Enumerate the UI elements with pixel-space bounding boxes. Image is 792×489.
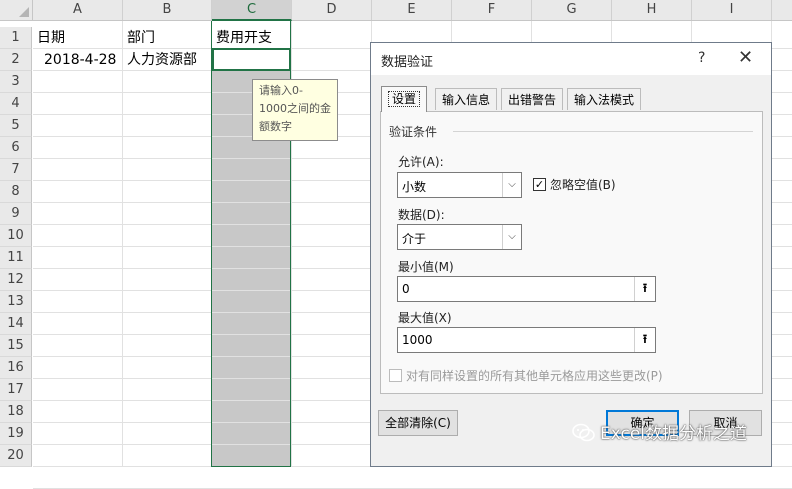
chevron-down-icon: ⌵ <box>502 173 521 197</box>
clear-all-button[interactable]: 全部清除(C) <box>378 410 458 436</box>
row-header[interactable]: 6 <box>0 137 32 159</box>
cell-a2[interactable]: 2018-4-28 <box>44 49 116 71</box>
section-label: 验证条件 <box>389 125 438 139</box>
row-header[interactable]: 16 <box>0 357 32 379</box>
row-header[interactable]: 14 <box>0 313 32 335</box>
tab-error-alert[interactable]: 出错警告 <box>501 88 564 110</box>
row-header[interactable]: 5 <box>0 115 32 137</box>
settings-panel: 验证条件 允许(A): 小数 ⌵ ✓ 忽略空值(B) 数据(D): 介于 ⌵ 最… <box>380 111 763 394</box>
row-header[interactable]: 13 <box>0 291 32 313</box>
data-validation-dialog: 数据验证 ? ✕ 设置 输入信息 出错警告 输入法模式 验证条件 允许(A): … <box>370 42 772 467</box>
column-gridline <box>122 21 123 467</box>
cell-c1[interactable]: 费用开支 <box>216 27 272 49</box>
dialog-title-bar[interactable]: 数据验证 ? ✕ <box>371 43 771 75</box>
cell-b2[interactable]: 人力资源部 <box>127 49 197 71</box>
column-header-f[interactable]: F <box>452 0 532 20</box>
row-header[interactable]: 7 <box>0 159 32 181</box>
row-header[interactable]: 15 <box>0 335 32 357</box>
column-header-a[interactable]: A <box>33 0 123 20</box>
tab-input-message[interactable]: 输入信息 <box>435 88 498 110</box>
row-header[interactable]: 11 <box>0 247 32 269</box>
row-header[interactable]: 2 <box>0 49 32 71</box>
max-input[interactable]: 1000 ⭱ <box>397 327 656 353</box>
allow-value: 小数 <box>402 180 427 194</box>
cell-a1[interactable]: 日期 <box>37 27 65 49</box>
column-header-e[interactable]: E <box>372 0 452 20</box>
row-header[interactable]: 10 <box>0 225 32 247</box>
help-icon[interactable]: ? <box>698 50 705 66</box>
row-header[interactable]: 19 <box>0 423 32 445</box>
row-header[interactable]: 12 <box>0 269 32 291</box>
data-select[interactable]: 介于 ⌵ <box>397 224 522 250</box>
range-select-icon[interactable]: ⭱ <box>634 277 655 301</box>
max-label: 最大值(X) <box>398 311 452 325</box>
row-header[interactable]: 17 <box>0 379 32 401</box>
column-header-i[interactable]: I <box>692 0 772 20</box>
dialog-title: 数据验证 <box>381 55 434 70</box>
min-value: 0 <box>402 282 410 296</box>
tab-ime-mode[interactable]: 输入法模式 <box>567 88 642 110</box>
select-all-corner[interactable] <box>0 0 33 20</box>
column-header-b[interactable]: B <box>123 0 212 20</box>
active-cell-c2[interactable] <box>212 48 291 71</box>
min-input[interactable]: 0 ⭱ <box>397 276 656 302</box>
column-header-d[interactable]: D <box>292 0 372 20</box>
ignore-blank-label[interactable]: 忽略空值(B) <box>550 176 616 193</box>
allow-select[interactable]: 小数 ⌵ <box>397 172 522 198</box>
data-label: 数据(D): <box>398 208 445 222</box>
max-value: 1000 <box>402 333 433 347</box>
tooltip-line: 1000之间的金 <box>259 102 331 115</box>
range-select-icon[interactable]: ⭱ <box>634 328 655 352</box>
column-header-g[interactable]: G <box>532 0 612 20</box>
row-header[interactable]: 18 <box>0 401 32 423</box>
tooltip-line: 请输入0- <box>259 84 303 97</box>
row-header[interactable]: 8 <box>0 181 32 203</box>
allow-label: 允许(A): <box>398 155 444 169</box>
section-divider <box>453 131 753 132</box>
column-header-h[interactable]: H <box>612 0 692 20</box>
wechat-icon <box>572 423 595 442</box>
input-message-tooltip: 请输入0- 1000之间的金 额数字 <box>252 79 338 141</box>
cell-b1[interactable]: 部门 <box>127 27 155 49</box>
column-header-c[interactable]: C <box>212 0 292 21</box>
tab-settings[interactable]: 设置 <box>381 86 428 112</box>
row-header[interactable]: 20 <box>0 445 32 467</box>
min-label: 最小值(M) <box>398 260 454 274</box>
ignore-blank-checkbox[interactable]: ✓ <box>533 178 546 191</box>
row-header[interactable]: 4 <box>0 93 32 115</box>
tooltip-line: 额数字 <box>259 120 292 133</box>
row-header[interactable]: 1 <box>0 27 32 49</box>
row-header[interactable]: 9 <box>0 203 32 225</box>
chevron-down-icon: ⌵ <box>502 225 521 249</box>
data-value: 介于 <box>402 232 427 246</box>
apply-all-checkbox[interactable] <box>389 369 402 382</box>
row-header[interactable]: 3 <box>0 71 32 93</box>
apply-all-label[interactable]: 对有同样设置的所有其他单元格应用这些更改(P) <box>406 367 663 384</box>
close-icon[interactable]: ✕ <box>738 47 753 68</box>
watermark-text: Excel数据分析之道 <box>600 424 748 444</box>
